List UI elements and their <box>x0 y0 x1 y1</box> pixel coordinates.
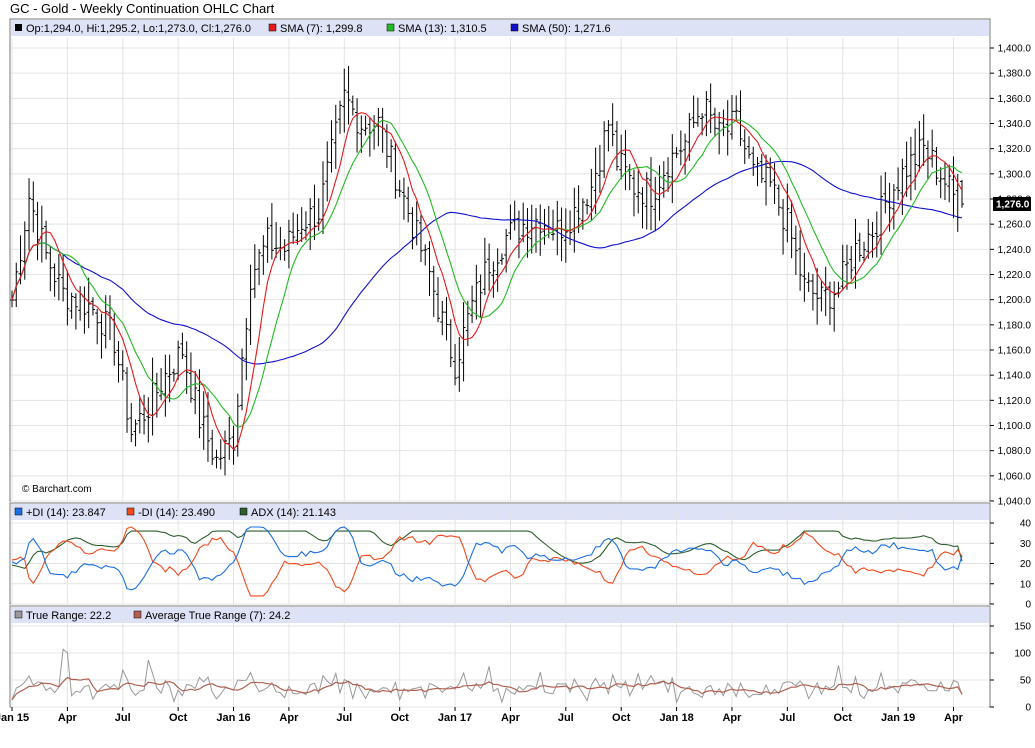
legend-swatch-mdi <box>126 507 135 516</box>
y-tick-label: 100 <box>1014 649 1031 660</box>
x-tick-label: Jan 17 <box>438 712 472 724</box>
dmi-y-axis: 0 10 20 30 40 <box>990 519 1031 611</box>
y-tick-label: 1,300.0 <box>998 169 1032 180</box>
legend-swatch-atr <box>133 610 142 619</box>
y-tick-label: 1,400.0 <box>998 44 1032 55</box>
y-tick-label: 50 <box>1020 676 1032 687</box>
atr-y-axis: 0 50 100 150 <box>990 622 1031 714</box>
legend-adx: ADX (14): 21.143 <box>251 507 336 519</box>
y-tick-label: 1,340.0 <box>998 119 1032 130</box>
y-tick-label: 1,120.0 <box>998 396 1032 407</box>
legend-tr: True Range: 22.2 <box>26 610 111 622</box>
legend-pdi: +DI (14): 23.847 <box>26 507 106 519</box>
legend-swatch-adx <box>239 507 248 516</box>
x-tick-label: Apr <box>58 712 78 724</box>
y-tick-label: 1,240.0 <box>998 245 1032 256</box>
y-tick-label: 30 <box>1020 539 1032 550</box>
legend-swatch-tr <box>14 610 23 619</box>
atr-legend: True Range: 22.2 Average True Range (7):… <box>14 610 290 622</box>
x-tick-label: Apr <box>501 712 521 724</box>
last-price-label: 1,276.0 <box>996 200 1030 211</box>
y-tick-label: 1,260.0 <box>998 220 1032 231</box>
y-tick-label: 1,080.0 <box>998 446 1032 457</box>
y-tick-label: 150 <box>1014 622 1031 633</box>
x-tick-label: Apr <box>279 712 299 724</box>
legend-ohlc: Op:1,294.0, Hi:1,295.2, Lo:1,273.0, Cl:1… <box>26 23 251 35</box>
y-tick-label: 0 <box>1025 703 1031 714</box>
legend-mdi: -DI (14): 23.490 <box>138 507 215 519</box>
legend-swatch-sma13 <box>386 23 395 32</box>
x-tick-label: Apr <box>944 712 964 724</box>
chart-title: GC - Gold - Weekly Continuation OHLC Cha… <box>10 1 275 16</box>
y-tick-label: 1,180.0 <box>998 320 1032 331</box>
y-tick-label: 1,360.0 <box>998 94 1032 105</box>
dmi-legend: +DI (14): 23.847 -DI (14): 23.490 ADX (1… <box>14 507 336 519</box>
x-tick-label: Jan 18 <box>659 712 693 724</box>
y-tick-label: 0 <box>1025 600 1031 611</box>
legend-sma13: SMA (13): 1,310.5 <box>398 23 487 35</box>
x-tick-label: Jan 19 <box>881 712 915 724</box>
x-tick-label: Jul <box>336 712 352 724</box>
y-tick-label: 1,060.0 <box>998 471 1032 482</box>
price-y-axis: 1,040.0 1,060.0 1,080.0 1,100.0 1,120.0 1,140… <box>990 44 1031 508</box>
y-tick-label: 20 <box>1020 559 1032 570</box>
gold-weekly-chart: GC - Gold - Weekly Continuation OHLC Cha… <box>0 1 1031 724</box>
legend-swatch-pdi <box>14 507 23 516</box>
y-tick-label: 1,160.0 <box>998 346 1032 357</box>
x-tick-label: Jul <box>115 712 131 724</box>
y-tick-label: 1,040.0 <box>998 497 1032 508</box>
x-tick-label: Oct <box>169 712 188 724</box>
legend-swatch-sma7 <box>268 23 277 32</box>
legend-swatch-ohlc <box>15 24 22 31</box>
barchart-credit: © Barchart.com <box>22 484 92 495</box>
y-tick-label: 1,220.0 <box>998 270 1032 281</box>
price-legend: Op:1,294.0, Hi:1,295.2, Lo:1,273.0, Cl:1… <box>15 23 611 35</box>
x-tick-label: Oct <box>612 712 631 724</box>
y-tick-label: 10 <box>1020 579 1032 590</box>
legend-atr: Average True Range (7): 24.2 <box>145 610 290 622</box>
y-tick-label: 1,100.0 <box>998 421 1032 432</box>
y-tick-label: 1,140.0 <box>998 371 1032 382</box>
legend-swatch-sma50 <box>510 23 519 32</box>
x-tick-label: Jul <box>558 712 574 724</box>
y-tick-label: 1,320.0 <box>998 144 1032 155</box>
x-tick-label: Oct <box>390 712 409 724</box>
legend-sma7: SMA (7): 1,299.8 <box>280 23 363 35</box>
last-price-marker: 1,276.0 <box>993 197 1031 211</box>
y-tick-label: 1,380.0 <box>998 69 1032 80</box>
x-tick-label: Apr <box>722 712 742 724</box>
x-tick-label: Jan 16 <box>216 712 250 724</box>
date-axis: Jan 15 Apr Jul Oct Jan 16 Apr Jul Oct Jan 17 Apr J… <box>0 707 964 724</box>
y-tick-label: 1,200.0 <box>998 295 1032 306</box>
y-tick-label: 40 <box>1020 519 1032 530</box>
x-tick-label: Jan 15 <box>0 712 29 724</box>
x-tick-label: Oct <box>834 712 853 724</box>
legend-sma50: SMA (50): 1,271.6 <box>522 23 611 35</box>
x-tick-label: Jul <box>779 712 795 724</box>
